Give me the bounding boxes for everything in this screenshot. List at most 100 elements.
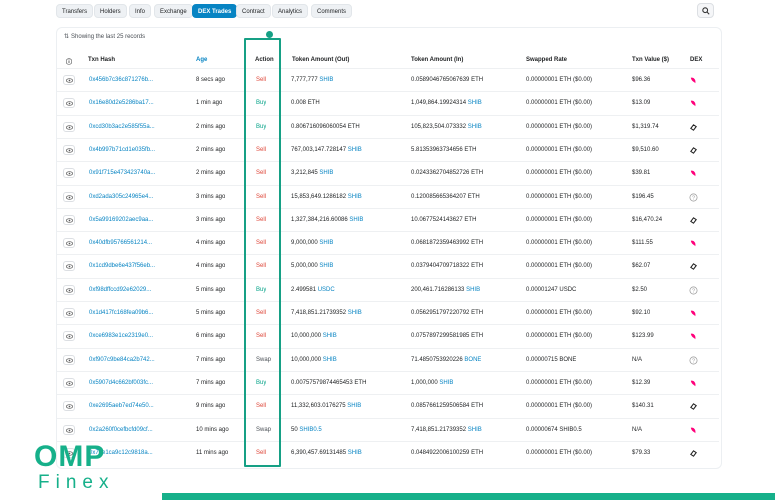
tab-contract[interactable]: Contract (236, 4, 271, 18)
view-details-button[interactable] (63, 238, 75, 249)
token-out-symbol[interactable]: SHIB (323, 357, 337, 363)
view-details-button[interactable] (63, 308, 75, 318)
token-out-amount: 3,212,845 (291, 170, 318, 177)
txn-hash-link[interactable]: 0xf98dffccd92e62029... (89, 279, 165, 302)
token-out-cell: 0.00757579874465453 ETH (291, 372, 366, 395)
table-row: 0x40dfb95766561214... 4 mins ago Sell 9,000… (57, 231, 719, 255)
token-out-symbol[interactable]: SHIB (319, 170, 333, 176)
sushiswap-icon (690, 216, 697, 224)
swapped-rate-cell: 0.00000001 ETH ($0.00) (526, 403, 593, 410)
token-out-symbol[interactable]: SHIB (349, 217, 363, 223)
tab-exchange[interactable]: Exchange (154, 4, 193, 18)
token-in-symbol[interactable]: SHIB (468, 427, 482, 433)
txn-hash-link[interactable]: 0x40dfb95766561214... (89, 232, 165, 255)
token-out-symbol[interactable]: SHIB (347, 403, 361, 409)
tab-holders[interactable]: Holders (94, 4, 127, 18)
token-out-symbol[interactable]: SHIB (319, 263, 333, 269)
token-in-symbol: ETH (471, 333, 484, 340)
txn-hash-link[interactable]: 0xe2695aeb7ed74e50... (89, 395, 165, 418)
token-in-amount: 0.0681872359463992 (411, 240, 470, 247)
token-in-symbol[interactable]: BONE (464, 357, 481, 363)
tab-dex-trades[interactable]: DEX Trades (192, 4, 238, 18)
tab-transfers[interactable]: Transfers (56, 4, 94, 18)
token-out-symbol[interactable]: SHIB0.5 (299, 427, 321, 433)
token-in-symbol[interactable]: SHIB (439, 380, 453, 386)
view-details-button[interactable] (63, 98, 75, 109)
token-in-cell: 5.81353963734656 ETH (411, 139, 476, 162)
txn-value-cell: $111.55 (632, 240, 653, 247)
tab-analytics[interactable]: Analytics (272, 4, 309, 18)
view-details-button[interactable] (63, 168, 75, 179)
txn-hash-link[interactable]: 0x91f715e473423740a... (89, 162, 165, 185)
swapped-rate-cell: 0.00000001 ETH ($0.00) (526, 216, 593, 223)
token-out-symbol[interactable]: SHIB (348, 310, 362, 316)
token-out-symbol[interactable]: SHIB (348, 147, 362, 153)
txn-hash-link[interactable]: 0xce6983e1ce2319e0... (89, 325, 165, 348)
view-details-button[interactable] (63, 284, 75, 295)
view-details-button[interactable] (63, 401, 75, 412)
token-in-symbol[interactable]: SHIB (468, 124, 482, 130)
token-in-amount: 200,461.716286133 (411, 286, 465, 293)
eye-icon (66, 427, 73, 433)
token-in-amount: 0.0562951797220792 (411, 310, 470, 316)
token-in-symbol[interactable]: SHIB (468, 100, 482, 106)
txn-hash-link[interactable]: 0xf907c9be84ca2b742... (89, 349, 165, 372)
eye-icon (66, 218, 73, 223)
view-details-button[interactable] (63, 214, 75, 225)
view-details-button[interactable] (63, 121, 75, 132)
age-cell: 3 mins ago (196, 216, 226, 223)
view-details-button[interactable] (63, 261, 75, 272)
age-cell: 1 min ago (196, 100, 223, 107)
view-details-button[interactable] (63, 144, 75, 155)
search-button[interactable] (697, 3, 714, 18)
txn-hash-link[interactable]: 0x1cd9dbe6e437f56eb... (89, 255, 165, 278)
token-out-symbol[interactable]: SHIB (348, 450, 362, 456)
tab-info[interactable]: Info (129, 4, 152, 18)
txn-hash-link[interactable]: 0x2a260f0cefbcfd09cf... (89, 419, 165, 442)
token-out-symbol[interactable]: SHIB (319, 240, 333, 246)
txn-value-cell: $39.81 (632, 170, 651, 177)
token-out-symbol: ETH (354, 379, 367, 386)
eye-icon (66, 101, 73, 106)
view-details-button[interactable] (63, 191, 75, 202)
col-age[interactable]: Age (196, 57, 207, 63)
eye-icon (66, 78, 73, 83)
eye-icon (66, 334, 73, 339)
token-in-amount: 0.0379404709718322 (411, 263, 470, 270)
token-out-symbol[interactable]: USDC (318, 287, 335, 293)
token-out-cell: 50 SHIB0.5 (291, 419, 322, 442)
txn-hash-link[interactable]: 0xd2ada305c24965e4... (89, 186, 165, 209)
tab-comments[interactable]: Comments (311, 4, 353, 18)
token-out-symbol[interactable]: SHIB (348, 194, 362, 200)
view-details-button[interactable] (63, 354, 75, 365)
txn-hash-link[interactable]: 0x1d417fc168fea09b6... (89, 302, 165, 325)
view-details-button[interactable] (63, 75, 75, 85)
txn-hash-link[interactable]: 0x5907d4c662bf003fc... (89, 372, 165, 395)
age-cell: 7 mins ago (196, 356, 226, 363)
txn-hash-link[interactable]: 0x5a99169202aec9aa... (89, 209, 165, 232)
uniswap-icon (690, 240, 696, 247)
view-details-button[interactable] (63, 331, 75, 342)
token-in-amount: 5.81353963734656 (411, 146, 463, 153)
token-out-symbol[interactable]: SHIB (319, 77, 333, 83)
eye-icon (66, 381, 73, 386)
txn-hash-link[interactable]: 0x4b997b71cd1e035fb... (89, 139, 165, 162)
token-out-amount: 10,000,000 (291, 356, 322, 363)
brand-bar (162, 493, 775, 500)
token-in-symbol[interactable]: SHIB (466, 287, 480, 293)
view-details-button[interactable] (63, 377, 75, 388)
token-out-amount: 0.008 (291, 100, 307, 107)
token-in-symbol: ETH (471, 170, 484, 177)
token-in-symbol: ETH (471, 263, 484, 270)
txn-hash-link[interactable]: 0x16e80d2e5286ba17... (89, 92, 165, 115)
txn-hash-link[interactable]: 0x456b7c36c871276b... (89, 69, 165, 92)
token-out-amount: 0.00757579874465453 (291, 379, 353, 386)
eye-icon (66, 311, 73, 316)
token-out-cell: 7,777,777 SHIB (291, 69, 333, 92)
view-details-button[interactable] (63, 424, 75, 435)
txn-hash-link[interactable]: 0xcd30b3ac2e585f55a... (89, 116, 165, 139)
txn-value-cell: $2.50 (632, 286, 648, 293)
age-cell: 6 mins ago (196, 333, 226, 340)
col-token-in: Token Amount (In) (411, 57, 464, 63)
token-out-symbol[interactable]: SHIB (323, 333, 337, 339)
